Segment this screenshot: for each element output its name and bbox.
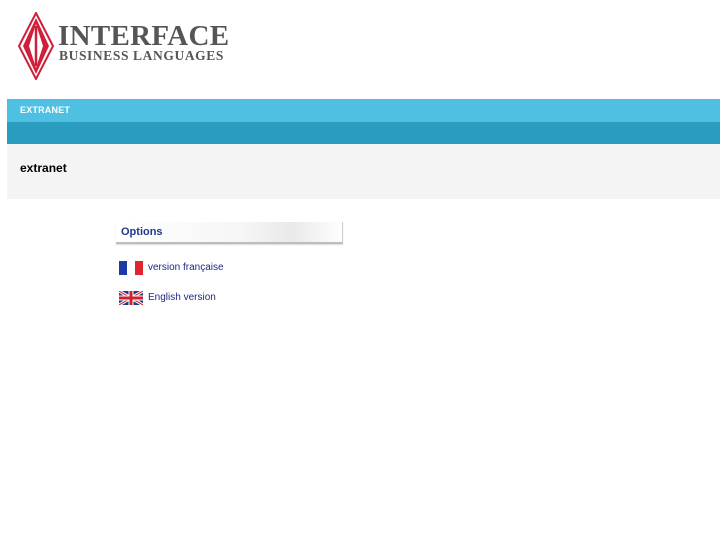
- header-bar: EXTRANET: [7, 99, 720, 122]
- page-title: extranet: [20, 161, 67, 175]
- flag-france-icon: [119, 261, 143, 275]
- logo-subtitle: BUSINESS LANGUAGES: [59, 48, 224, 63]
- title-panel: extranet: [7, 144, 720, 199]
- options-box: Options: [116, 222, 343, 244]
- company-logo: INTERFACE BUSINESS LANGUAGES: [16, 12, 236, 82]
- section-label: EXTRANET: [20, 105, 71, 115]
- flag-uk-icon: [119, 291, 143, 305]
- diamond-logo-icon: [17, 12, 55, 80]
- english-version-link[interactable]: English version: [119, 291, 216, 305]
- options-heading: Options: [121, 226, 163, 238]
- logo-title: INTERFACE: [58, 20, 230, 52]
- french-version-label[interactable]: version française: [148, 261, 224, 275]
- english-version-label[interactable]: English version: [148, 291, 216, 305]
- french-version-link[interactable]: version française: [119, 261, 224, 275]
- nav-bar: [7, 122, 720, 144]
